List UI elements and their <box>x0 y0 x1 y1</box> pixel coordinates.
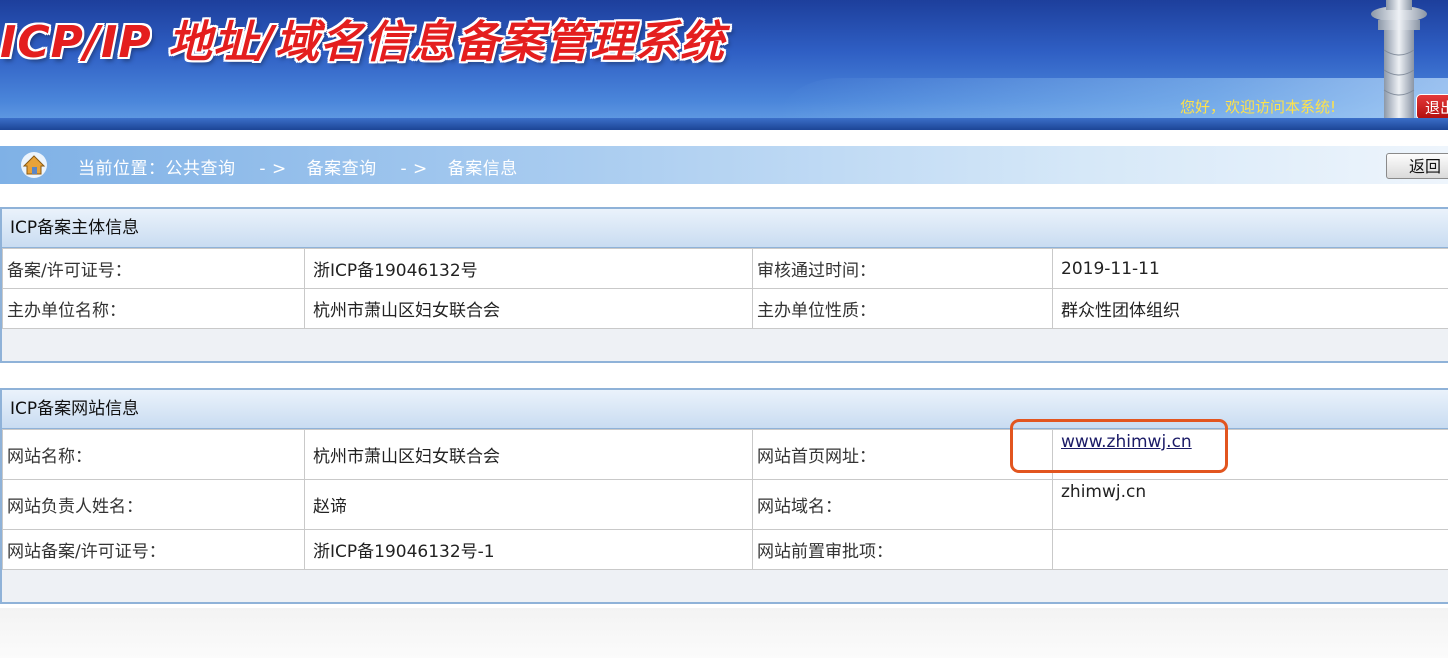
header-bottom-strip <box>0 118 1448 130</box>
domain-label: 网站域名： <box>752 479 1053 530</box>
panel-footer <box>2 570 1448 602</box>
pre-approval-label: 网站前置审批项： <box>752 529 1053 570</box>
table-row: 网站备案/许可证号： 浙ICP备19046132号-1 网站前置审批项： <box>2 529 1448 570</box>
app-header: ICP/IP 地址/域名信息备案管理系统 您好，欢迎访问本系统! 退出 <box>0 0 1448 130</box>
pre-approval-value <box>1052 529 1448 570</box>
website-owner-label: 网站负责人姓名： <box>2 479 305 530</box>
breadcrumb-separator: - > <box>400 159 428 179</box>
table-row: 网站名称： 杭州市萧山区妇女联合会 网站首页网址： www.zhimwj.cn <box>2 429 1448 480</box>
breadcrumb: 当前位置：公共查询 - > 备案查询 - > 备案信息 <box>78 154 522 179</box>
website-license-label: 网站备案/许可证号： <box>2 529 305 570</box>
domain-value: zhimwj.cn <box>1052 479 1448 530</box>
license-number-label: 备案/许可证号： <box>2 248 305 289</box>
website-owner-value: 赵谛 <box>304 479 753 530</box>
website-license-value: 浙ICP备19046132号-1 <box>304 529 753 570</box>
welcome-text: 您好，欢迎访问本系统! <box>1180 98 1337 116</box>
table-row: 网站负责人姓名： 赵谛 网站域名： zhimwj.cn <box>2 479 1448 530</box>
table-row: 备案/许可证号： 浙ICP备19046132号 审核通过时间： 2019-11-… <box>2 248 1448 289</box>
approval-date-label: 审核通过时间： <box>752 248 1053 289</box>
subject-info-panel: ICP备案主体信息 备案/许可证号： 浙ICP备19046132号 审核通过时间… <box>0 207 1448 363</box>
breadcrumb-item-record-info: 备案信息 <box>447 159 518 179</box>
logout-button[interactable]: 退出 <box>1416 94 1448 120</box>
panel-title: ICP备案网站信息 <box>2 390 1448 429</box>
breadcrumb-separator: - > <box>259 159 287 179</box>
panel-title: ICP备案主体信息 <box>2 209 1448 248</box>
organizer-type-label: 主办单位性质： <box>752 288 1053 329</box>
home-icon[interactable] <box>20 151 48 179</box>
homepage-url-label: 网站首页网址： <box>752 429 1053 480</box>
organizer-type-value: 群众性团体组织 <box>1052 288 1448 329</box>
subject-info-table: 备案/许可证号： 浙ICP备19046132号 审核通过时间： 2019-11-… <box>2 248 1448 329</box>
page-footer <box>0 608 1448 658</box>
organizer-name-label: 主办单位名称： <box>2 288 305 329</box>
table-row: 主办单位名称： 杭州市萧山区妇女联合会 主办单位性质： 群众性团体组织 <box>2 288 1448 329</box>
highlight-annotation-box <box>1010 419 1228 473</box>
website-info-panel: ICP备案网站信息 网站名称： 杭州市萧山区妇女联合会 网站首页网址： www.… <box>0 388 1448 604</box>
website-info-table: 网站名称： 杭州市萧山区妇女联合会 网站首页网址： www.zhimwj.cn … <box>2 429 1448 570</box>
website-name-value: 杭州市萧山区妇女联合会 <box>304 429 753 480</box>
breadcrumb-item-public-query[interactable]: 当前位置：公共查询 <box>78 159 236 179</box>
website-name-label: 网站名称： <box>2 429 305 480</box>
breadcrumb-item-record-query[interactable]: 备案查询 <box>307 159 377 179</box>
back-button[interactable]: 返回 <box>1386 153 1448 179</box>
approval-date-value: 2019-11-11 <box>1052 248 1448 289</box>
system-title: ICP/IP 地址/域名信息备案管理系统 <box>0 17 725 68</box>
license-number-value: 浙ICP备19046132号 <box>304 248 753 289</box>
organizer-name-value: 杭州市萧山区妇女联合会 <box>304 288 753 329</box>
panel-footer <box>2 329 1448 361</box>
